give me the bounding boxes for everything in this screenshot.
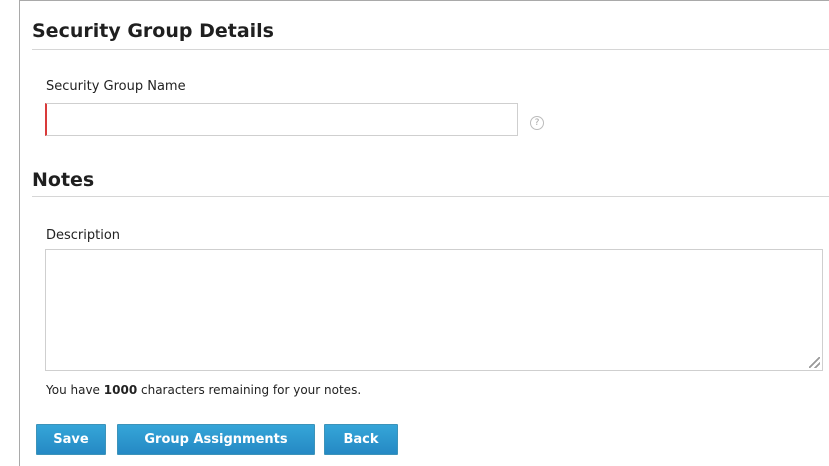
characters-remaining-suffix: characters remaining for your notes. [137, 383, 362, 397]
help-icon[interactable]: ? [530, 116, 544, 130]
notes-heading: Notes [32, 171, 829, 197]
security-group-name-input[interactable] [45, 103, 518, 136]
characters-remaining-prefix: You have [46, 383, 104, 397]
resize-grip-icon[interactable] [809, 357, 820, 368]
description-label: Description [46, 228, 121, 243]
security-group-name-label: Security Group Name [46, 79, 186, 94]
characters-remaining-text: You have 1000 characters remaining for y… [46, 384, 361, 396]
save-button[interactable]: Save [36, 424, 106, 455]
description-textarea[interactable] [45, 249, 823, 371]
back-button[interactable]: Back [324, 424, 398, 455]
security-group-details-heading: Security Group Details [32, 22, 829, 50]
group-assignments-button[interactable]: Group Assignments [117, 424, 315, 455]
characters-remaining-count: 1000 [103, 383, 138, 397]
